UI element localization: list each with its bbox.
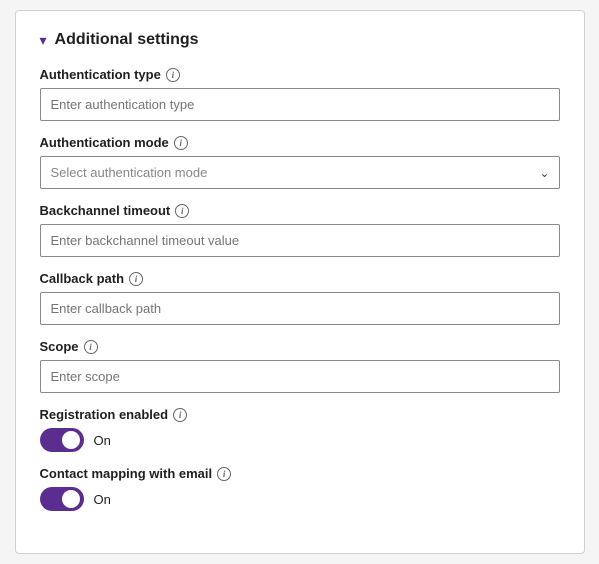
- registration-enabled-field: Registration enabled i On: [40, 407, 560, 452]
- auth-mode-label: Authentication mode i: [40, 135, 560, 150]
- scope-info-icon[interactable]: i: [84, 340, 98, 354]
- collapse-chevron-icon[interactable]: ▾: [40, 32, 47, 49]
- backchannel-timeout-info-icon[interactable]: i: [175, 204, 189, 218]
- auth-mode-field: Authentication mode i Select authenticat…: [40, 135, 560, 189]
- contact-mapping-info-icon[interactable]: i: [217, 467, 231, 481]
- section-title: Additional settings: [55, 31, 199, 49]
- scope-label: Scope i: [40, 339, 560, 354]
- auth-type-label: Authentication type i: [40, 67, 560, 82]
- backchannel-timeout-label: Backchannel timeout i: [40, 203, 560, 218]
- registration-enabled-toggle-row: On: [40, 428, 560, 452]
- contact-mapping-toggle-label: On: [94, 492, 111, 507]
- section-header: ▾ Additional settings: [40, 31, 560, 49]
- registration-enabled-toggle[interactable]: [40, 428, 84, 452]
- callback-path-label: Callback path i: [40, 271, 560, 286]
- contact-mapping-field: Contact mapping with email i On: [40, 466, 560, 511]
- auth-type-field: Authentication type i: [40, 67, 560, 121]
- registration-enabled-label: Registration enabled i: [40, 407, 560, 422]
- scope-field: Scope i: [40, 339, 560, 393]
- additional-settings-card: ▾ Additional settings Authentication typ…: [15, 10, 585, 554]
- backchannel-timeout-input[interactable]: [40, 224, 560, 257]
- contact-mapping-toggle-row: On: [40, 487, 560, 511]
- contact-mapping-label: Contact mapping with email i: [40, 466, 560, 481]
- registration-enabled-toggle-label: On: [94, 433, 111, 448]
- scope-input[interactable]: [40, 360, 560, 393]
- auth-mode-info-icon[interactable]: i: [174, 136, 188, 150]
- auth-mode-select-wrapper: Select authentication mode ⌄: [40, 156, 560, 189]
- registration-enabled-info-icon[interactable]: i: [173, 408, 187, 422]
- auth-type-input[interactable]: [40, 88, 560, 121]
- auth-mode-select[interactable]: Select authentication mode: [40, 156, 560, 189]
- backchannel-timeout-field: Backchannel timeout i: [40, 203, 560, 257]
- callback-path-input[interactable]: [40, 292, 560, 325]
- auth-type-info-icon[interactable]: i: [166, 68, 180, 82]
- contact-mapping-toggle[interactable]: [40, 487, 84, 511]
- callback-path-field: Callback path i: [40, 271, 560, 325]
- callback-path-info-icon[interactable]: i: [129, 272, 143, 286]
